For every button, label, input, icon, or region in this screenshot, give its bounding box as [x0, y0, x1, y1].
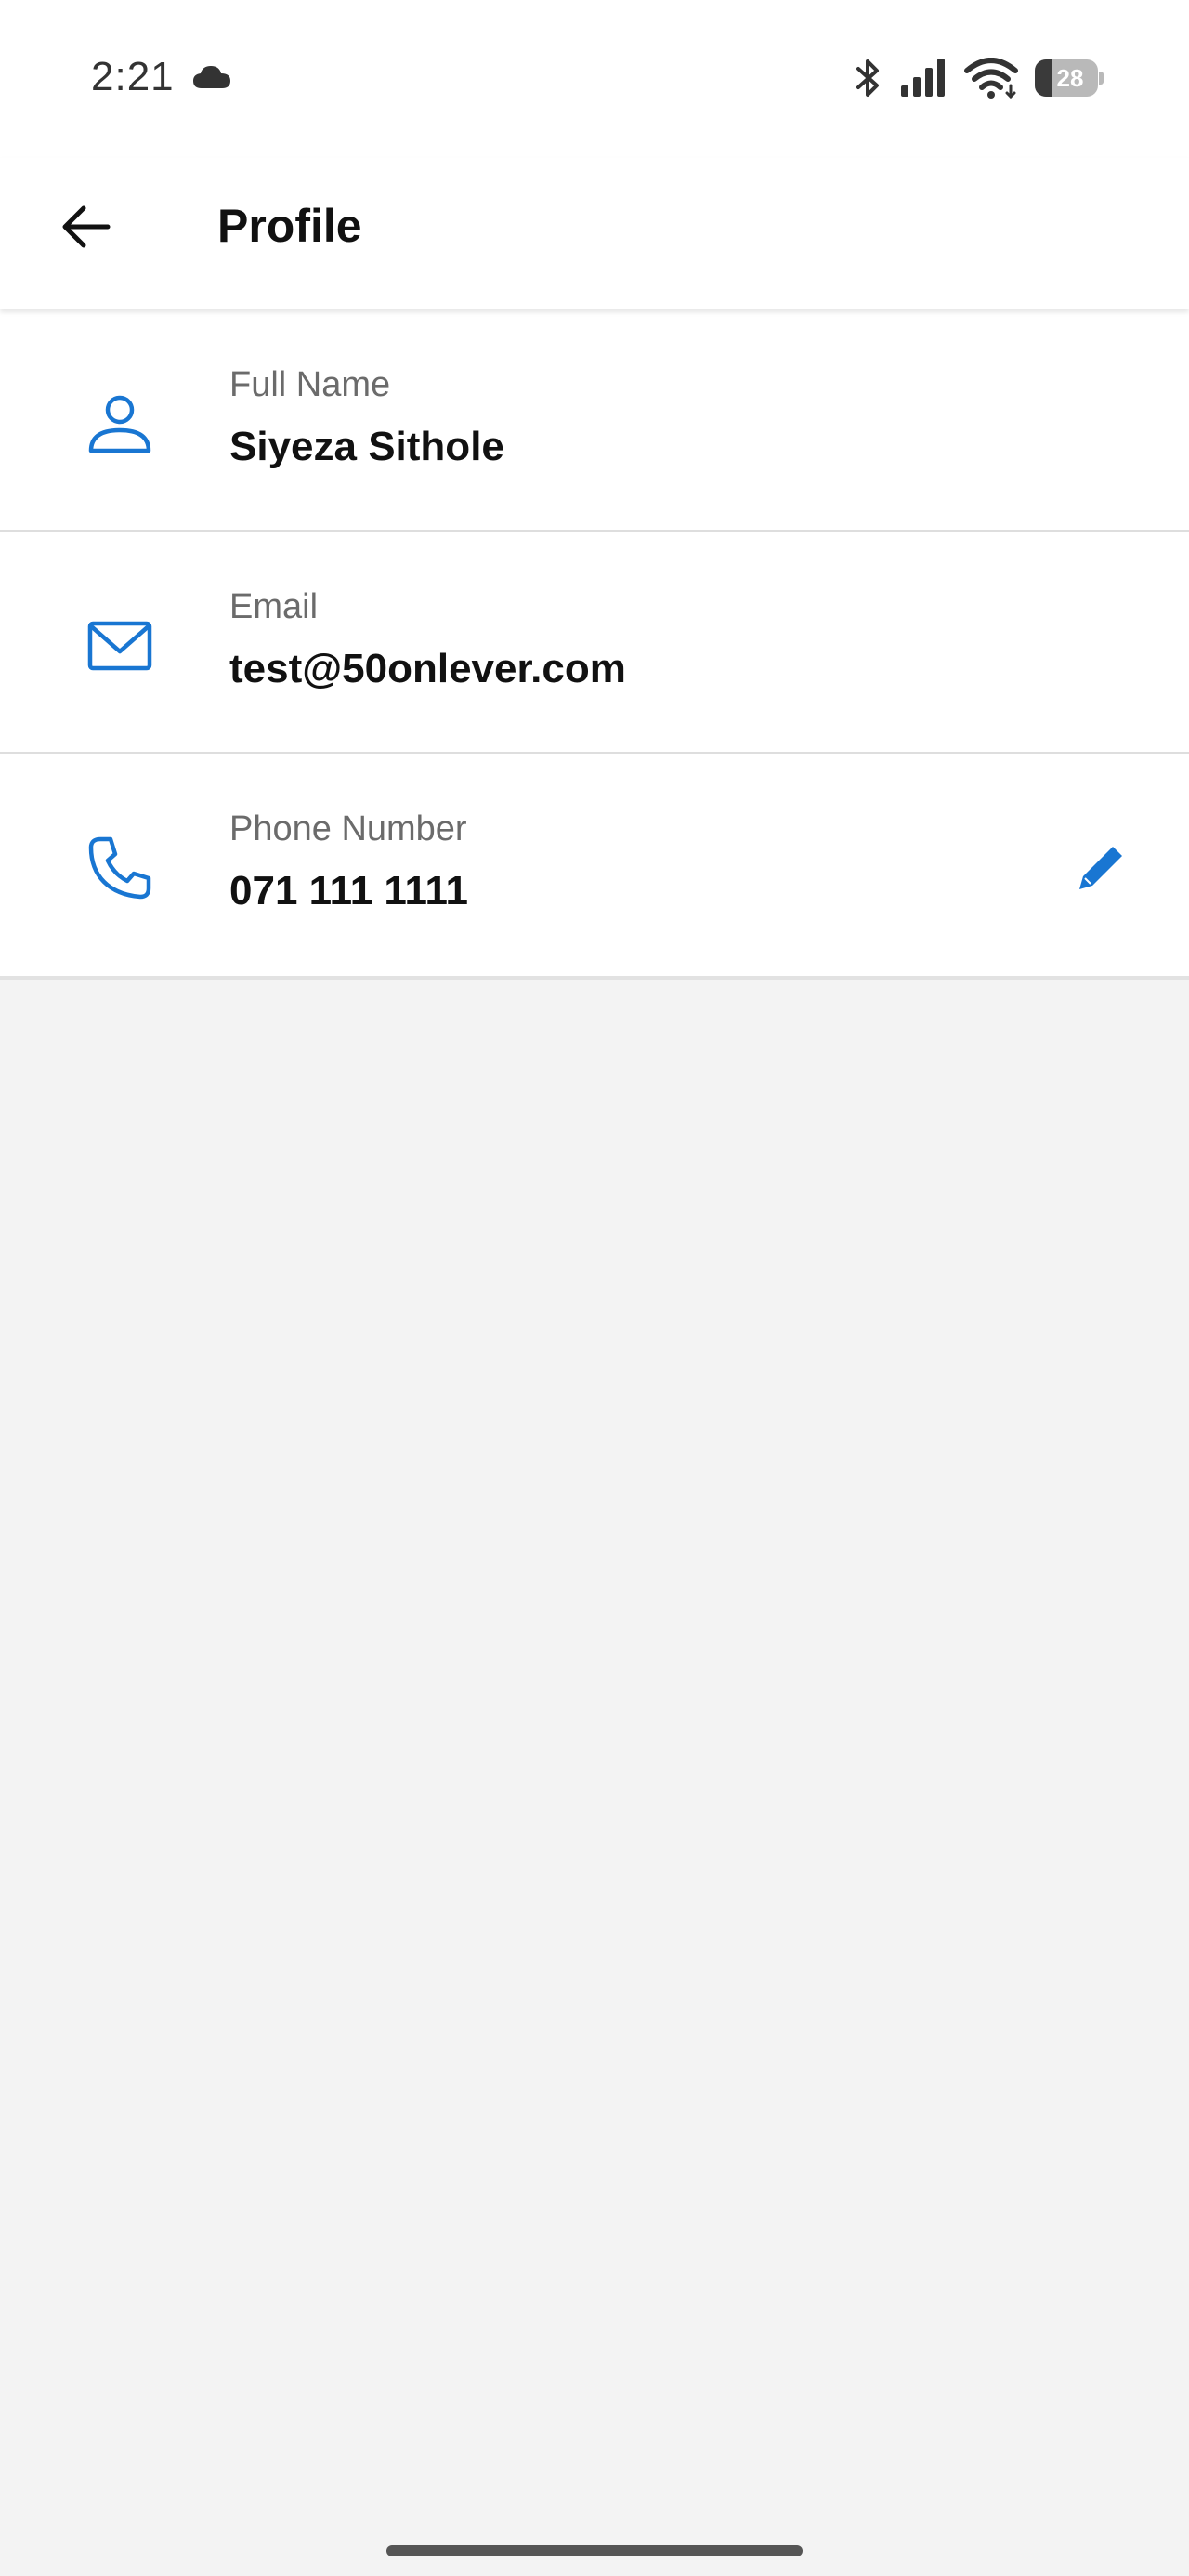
wifi-icon — [964, 58, 1018, 99]
profile-row-email: Email test@50onlever.com — [0, 532, 1189, 754]
status-icons: 28 — [855, 54, 1104, 102]
edit-phone-button[interactable] — [1065, 832, 1137, 904]
person-icon — [88, 395, 151, 453]
full-name-value: Siyeza Sithole — [229, 424, 504, 469]
pencil-icon — [1079, 847, 1122, 889]
bluetooth-icon — [856, 59, 879, 97]
profile-row-phone: Phone Number 071 111 1111 — [0, 754, 1189, 976]
battery-icon: 28 — [1035, 59, 1104, 97]
arrow-left-icon — [62, 205, 111, 248]
email-label: Email — [229, 587, 319, 626]
mail-icon — [87, 621, 152, 671]
cloud-icon — [193, 66, 230, 88]
profile-row-full-name: Full Name Siyeza Sithole — [0, 309, 1189, 532]
page-title: Profile — [217, 200, 362, 252]
phone-label: Phone Number — [229, 809, 467, 848]
status-time: 2:21 — [91, 54, 175, 99]
signal-icon — [901, 59, 945, 97]
phone-value: 071 111 1111 — [229, 868, 469, 913]
back-button[interactable] — [46, 188, 124, 266]
full-name-label: Full Name — [229, 365, 391, 404]
app-bar: Profile — [0, 158, 1189, 309]
profile-list: Full Name Siyeza Sithole Email test@50on… — [0, 309, 1189, 980]
phone-icon — [88, 836, 151, 900]
home-indicator[interactable] — [386, 2545, 803, 2556]
battery-level: 28 — [1056, 64, 1084, 92]
status-bar: 2:21 28 — [0, 0, 1189, 158]
email-value: test@50onlever.com — [229, 646, 626, 691]
